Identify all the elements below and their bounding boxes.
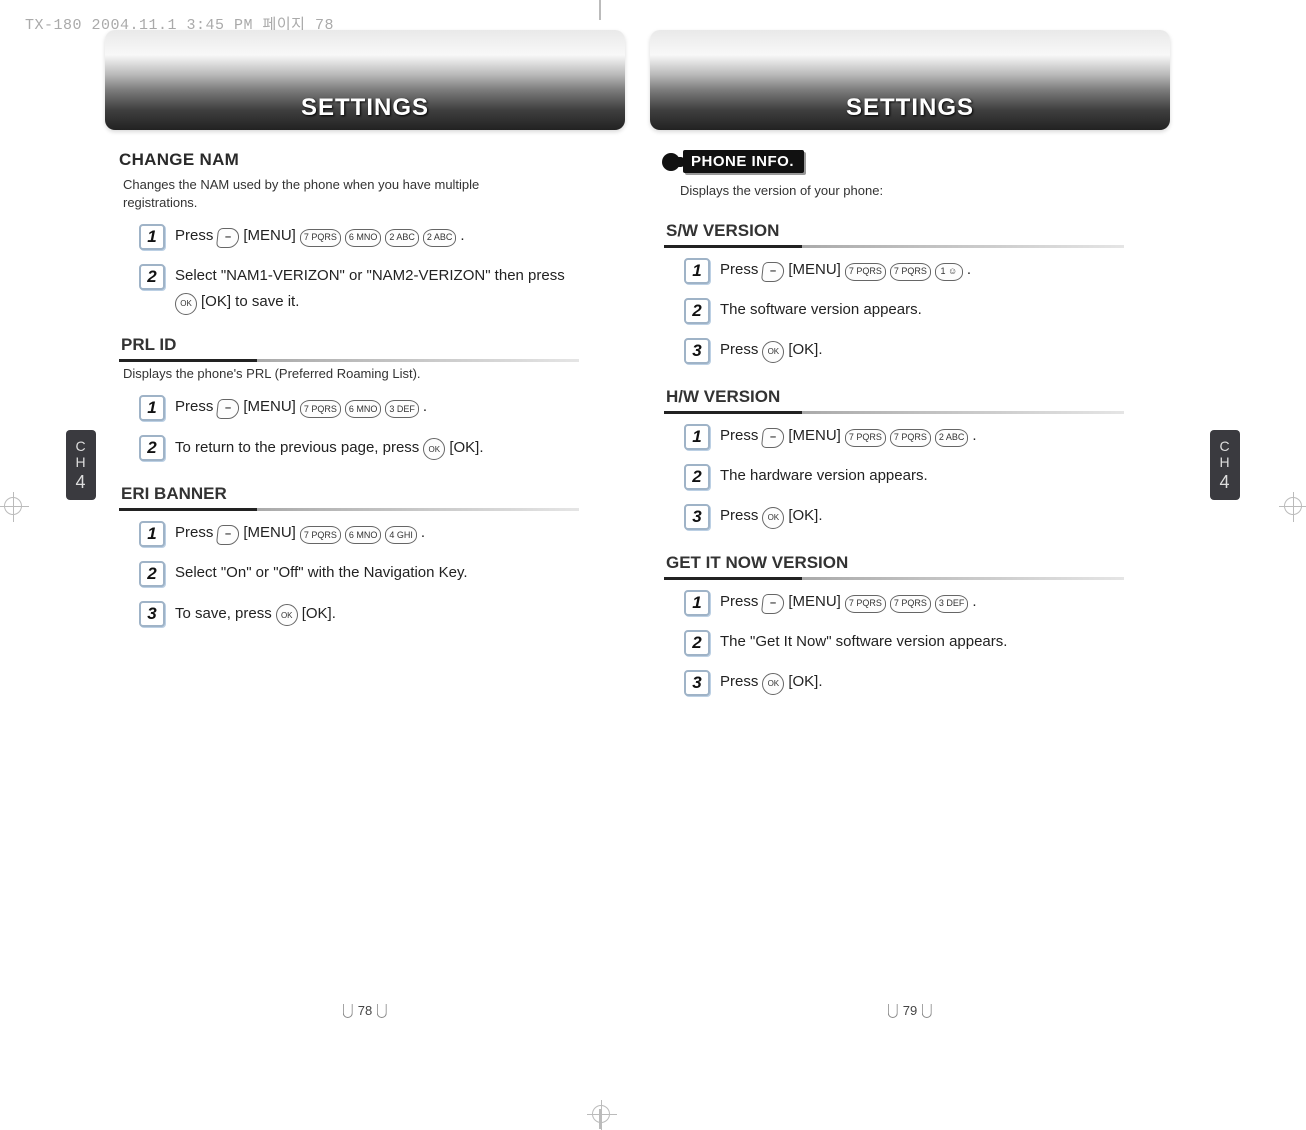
- key-4-icon: 4 GHI: [385, 526, 417, 544]
- eri-step-2: 2 Select "On" or "Off" with the Navigati…: [139, 562, 625, 588]
- step-number-icon: 2: [139, 435, 165, 461]
- desc-change-nam: Changes the NAM used by the phone when y…: [123, 176, 553, 211]
- gin-step-1: 1 Press – [MENU] 7 PQRS 7 PQRS 3 DEF .: [684, 591, 1170, 617]
- desc-prl: Displays the phone's PRL (Preferred Roam…: [123, 365, 553, 383]
- step-number-icon: 2: [684, 630, 710, 656]
- section-pill-phone-info: PHONE INFO.: [662, 150, 804, 173]
- step-number-icon: 1: [139, 224, 165, 250]
- softkey-icon: –: [761, 594, 785, 614]
- key-7-icon: 7 PQRS: [890, 429, 931, 447]
- chapter-tab-right: C H 4: [1210, 430, 1240, 500]
- prl-step-1: 1 Press – [MENU] 7 PQRS 6 MNO 3 DEF .: [139, 396, 625, 422]
- heading-hw-version: H/W VERSION: [666, 387, 1170, 411]
- key-3-icon: 3 DEF: [385, 400, 419, 418]
- page-number-right: 79: [888, 1003, 932, 1018]
- softkey-icon: –: [216, 228, 240, 248]
- banner-left: SETTINGS: [105, 30, 625, 130]
- step-number-icon: 3: [684, 338, 710, 364]
- step-number-icon: 2: [139, 561, 165, 587]
- key-7-icon: 7 PQRS: [845, 263, 886, 281]
- ok-key-icon: OK: [276, 604, 298, 626]
- registration-mark-right: [1284, 497, 1302, 515]
- step-number-icon: 1: [684, 258, 710, 284]
- key-7-icon: 7 PQRS: [845, 429, 886, 447]
- softkey-icon: –: [216, 525, 240, 545]
- step-number-icon: 3: [139, 601, 165, 627]
- key-2-icon: 2 ABC: [423, 229, 457, 247]
- page-right: SETTINGS PHONE INFO. Displays the versio…: [650, 30, 1170, 990]
- step-number-icon: 1: [684, 424, 710, 450]
- key-6-icon: 6 MNO: [345, 229, 382, 247]
- step-number-icon: 3: [684, 670, 710, 696]
- page-left: SETTINGS CHANGE NAM Changes the NAM used…: [105, 30, 625, 990]
- step-number-icon: 2: [684, 464, 710, 490]
- key-7-icon: 7 PQRS: [890, 595, 931, 613]
- bullet-icon: [662, 153, 680, 171]
- change-nam-step-1: 1 Press – [MENU] 7 PQRS 6 MNO 2 ABC 2 AB…: [139, 225, 625, 251]
- pill-text: PHONE INFO.: [683, 150, 804, 173]
- softkey-icon: –: [761, 428, 785, 448]
- hw-step-1: 1 Press – [MENU] 7 PQRS 7 PQRS 2 ABC .: [684, 425, 1170, 451]
- eri-step-1: 1 Press – [MENU] 7 PQRS 6 MNO 4 GHI .: [139, 522, 625, 548]
- sw-step-3: 3 Press OK [OK].: [684, 339, 1170, 365]
- heading-change-nam: CHANGE NAM: [119, 150, 625, 170]
- hw-step-2: 2 The hardware version appears.: [684, 465, 1170, 491]
- gin-step-2: 2 The "Get It Now" software version appe…: [684, 631, 1170, 657]
- chapter-tab-left: C H 4: [66, 430, 96, 500]
- key-2-icon: 2 ABC: [935, 429, 969, 447]
- sw-step-2: 2 The software version appears.: [684, 299, 1170, 325]
- page-number-left: 78: [343, 1003, 387, 1018]
- ok-key-icon: OK: [175, 293, 197, 315]
- key-6-icon: 6 MNO: [345, 400, 382, 418]
- softkey-icon: –: [216, 399, 240, 419]
- eri-step-3: 3 To save, press OK [OK].: [139, 602, 625, 628]
- key-6-icon: 6 MNO: [345, 526, 382, 544]
- step-number-icon: 2: [684, 298, 710, 324]
- ok-key-icon: OK: [762, 341, 784, 363]
- ok-key-icon: OK: [423, 438, 445, 460]
- heading-eri-banner: ERI BANNER: [121, 484, 625, 508]
- step-number-icon: 1: [684, 590, 710, 616]
- step-number-icon: 1: [139, 395, 165, 421]
- banner-title: SETTINGS: [301, 94, 429, 122]
- heading-prl-id: PRL ID: [121, 335, 625, 359]
- heading-get-it-now: GET IT NOW VERSION: [666, 553, 1170, 577]
- key-1-icon: 1 ☺: [935, 263, 963, 281]
- registration-mark-left: [4, 497, 22, 515]
- key-7-icon: 7 PQRS: [300, 526, 341, 544]
- key-7-icon: 7 PQRS: [845, 595, 886, 613]
- key-7-icon: 7 PQRS: [300, 229, 341, 247]
- change-nam-step-2: 2 Select "NAM1-VERIZON" or "NAM2-VERIZON…: [139, 265, 625, 313]
- ok-key-icon: OK: [762, 673, 784, 695]
- ok-key-icon: OK: [762, 507, 784, 529]
- step-number-icon: 2: [139, 264, 165, 290]
- step-number-icon: 3: [684, 504, 710, 530]
- heading-sw-version: S/W VERSION: [666, 221, 1170, 245]
- banner-title: SETTINGS: [846, 94, 974, 122]
- step-number-icon: 1: [139, 521, 165, 547]
- registration-mark-bottom: [592, 1105, 610, 1123]
- banner-right: SETTINGS: [650, 30, 1170, 130]
- softkey-icon: –: [761, 262, 785, 282]
- hw-step-3: 3 Press OK [OK].: [684, 505, 1170, 531]
- key-2-icon: 2 ABC: [385, 229, 419, 247]
- crop-mark-top: [590, 0, 610, 30]
- gin-step-3: 3 Press OK [OK].: [684, 671, 1170, 697]
- sw-step-1: 1 Press – [MENU] 7 PQRS 7 PQRS 1 ☺ .: [684, 259, 1170, 285]
- key-7-icon: 7 PQRS: [300, 400, 341, 418]
- prl-step-2: 2 To return to the previous page, press …: [139, 436, 625, 462]
- desc-phone-info: Displays the version of your phone:: [680, 182, 1110, 200]
- key-7-icon: 7 PQRS: [890, 263, 931, 281]
- key-3-icon: 3 DEF: [935, 595, 969, 613]
